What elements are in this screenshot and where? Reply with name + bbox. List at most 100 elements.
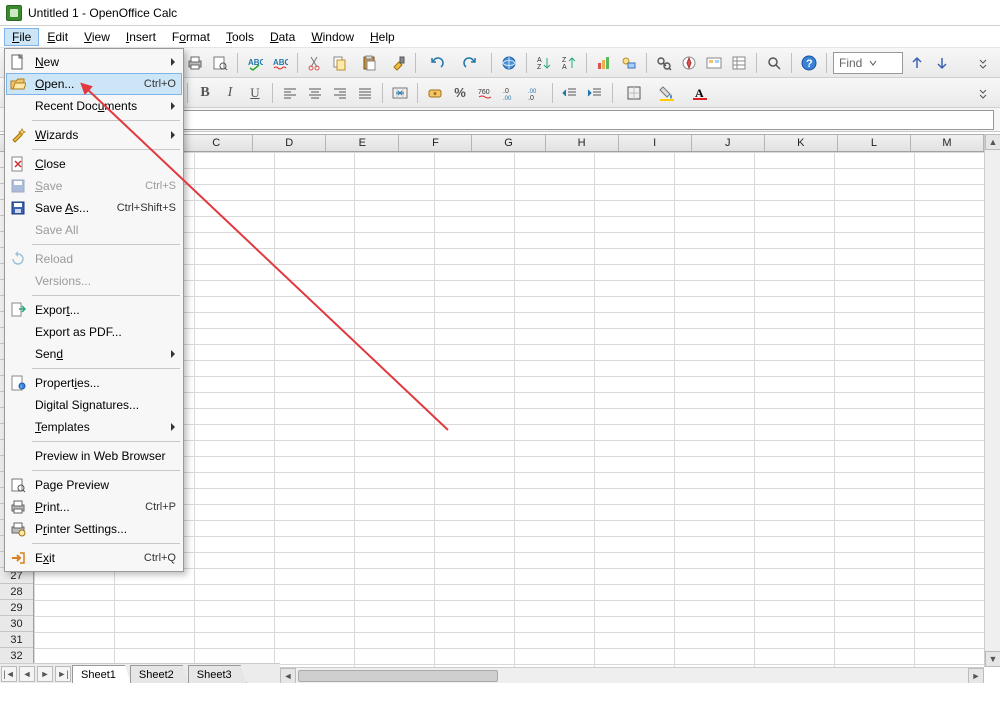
- paste-button[interactable]: [354, 52, 384, 74]
- autospell-button[interactable]: ABC: [269, 52, 291, 74]
- help-button[interactable]: ?: [798, 52, 820, 74]
- row-head[interactable]: 31: [0, 632, 33, 648]
- sheet-tab-1[interactable]: Sheet1: [72, 665, 131, 683]
- align-left-button[interactable]: [279, 82, 301, 104]
- menu-item-open[interactable]: Open... Ctrl+O: [6, 73, 182, 95]
- delete-decimal-button[interactable]: .00.0: [524, 82, 546, 104]
- fontcolor-button[interactable]: A: [685, 82, 715, 104]
- menu-item-new[interactable]: New: [6, 51, 182, 73]
- bgcolor-button[interactable]: [652, 82, 682, 104]
- row-head[interactable]: 32: [0, 648, 33, 664]
- hyperlink-button[interactable]: [498, 52, 520, 74]
- tab-prev-button[interactable]: ◄: [19, 666, 35, 682]
- tab-first-button[interactable]: |◄: [1, 666, 17, 682]
- standard-format-button[interactable]: 760: [474, 82, 496, 104]
- menu-tools[interactable]: Tools: [218, 28, 262, 46]
- navigator-button[interactable]: [678, 52, 700, 74]
- menu-file[interactable]: File: [4, 28, 39, 46]
- row-head[interactable]: 28: [0, 584, 33, 600]
- decrease-indent-button[interactable]: [559, 82, 581, 104]
- menu-item-preview-web[interactable]: Preview in Web Browser: [6, 445, 182, 467]
- menu-item-exit[interactable]: Exit Ctrl+Q: [6, 547, 182, 569]
- format-paintbrush-button[interactable]: [387, 52, 409, 74]
- menu-insert[interactable]: Insert: [118, 28, 164, 46]
- horizontal-scrollbar[interactable]: ◄ ►: [280, 667, 984, 683]
- toolbar-overflow-button[interactable]: [972, 52, 994, 74]
- scroll-left-button[interactable]: ◄: [280, 668, 296, 683]
- menu-data[interactable]: Data: [262, 28, 303, 46]
- align-center-button[interactable]: [304, 82, 326, 104]
- menu-item-properties[interactable]: i Properties...: [6, 372, 182, 394]
- col-head[interactable]: J: [692, 135, 765, 151]
- menu-item-saveas[interactable]: Save As... Ctrl+Shift+S: [6, 197, 182, 219]
- col-head[interactable]: E: [326, 135, 399, 151]
- spellcheck-button[interactable]: ABC: [244, 52, 266, 74]
- scroll-right-button[interactable]: ►: [968, 668, 984, 683]
- row-head[interactable]: 30: [0, 616, 33, 632]
- find-toolbar[interactable]: Find: [833, 52, 903, 74]
- row-head[interactable]: 29: [0, 600, 33, 616]
- menu-item-reload[interactable]: Reload: [6, 248, 182, 270]
- col-head[interactable]: G: [472, 135, 545, 151]
- increase-indent-button[interactable]: [584, 82, 606, 104]
- menu-item-close[interactable]: Close: [6, 153, 182, 175]
- toolbar-overflow-button[interactable]: [972, 82, 994, 104]
- scroll-down-button[interactable]: ▼: [985, 651, 1000, 667]
- menu-format[interactable]: Format: [164, 28, 218, 46]
- tab-next-button[interactable]: ►: [37, 666, 53, 682]
- borders-button[interactable]: [619, 82, 649, 104]
- bold-button[interactable]: B: [194, 82, 216, 104]
- cut-button[interactable]: [304, 52, 326, 74]
- merge-cells-button[interactable]: [389, 82, 411, 104]
- zoom-button[interactable]: [763, 52, 785, 74]
- percent-button[interactable]: %: [449, 82, 471, 104]
- menu-item-page-preview[interactable]: Page Preview: [6, 474, 182, 496]
- menu-item-versions[interactable]: Versions...: [6, 270, 182, 292]
- menu-item-recent[interactable]: Recent Documents: [6, 95, 182, 117]
- menu-item-saveall[interactable]: Save All: [6, 219, 182, 241]
- col-head[interactable]: K: [765, 135, 838, 151]
- find-replace-button[interactable]: [653, 52, 675, 74]
- col-head[interactable]: C: [180, 135, 253, 151]
- menu-item-save[interactable]: Save Ctrl+S: [6, 175, 182, 197]
- add-decimal-button[interactable]: .0.00: [499, 82, 521, 104]
- vertical-scrollbar[interactable]: ▲ ▼: [984, 134, 1000, 667]
- menu-item-templates[interactable]: Templates: [6, 416, 182, 438]
- tab-last-button[interactable]: ►|: [55, 666, 71, 682]
- col-head[interactable]: D: [253, 135, 326, 151]
- datasources-button[interactable]: [728, 52, 750, 74]
- show-draw-button[interactable]: [618, 52, 640, 74]
- menu-item-printer-settings[interactable]: Printer Settings...: [6, 518, 182, 540]
- chart-button[interactable]: [593, 52, 615, 74]
- find-prev-button[interactable]: [906, 52, 928, 74]
- print-button[interactable]: [184, 52, 206, 74]
- justify-button[interactable]: [354, 82, 376, 104]
- menu-edit[interactable]: Edit: [39, 28, 76, 46]
- menu-item-digsig[interactable]: Digital Signatures...: [6, 394, 182, 416]
- menu-view[interactable]: View: [76, 28, 118, 46]
- col-head[interactable]: M: [911, 135, 984, 151]
- col-head[interactable]: I: [619, 135, 692, 151]
- menu-window[interactable]: Window: [303, 28, 362, 46]
- col-head[interactable]: L: [838, 135, 911, 151]
- scroll-thumb[interactable]: [298, 670, 498, 682]
- sheet-tab-2[interactable]: Sheet2: [130, 665, 189, 683]
- currency-button[interactable]: [424, 82, 446, 104]
- col-head[interactable]: H: [546, 135, 619, 151]
- col-head[interactable]: F: [399, 135, 472, 151]
- copy-button[interactable]: [329, 52, 351, 74]
- menu-item-wizards[interactable]: Wizards: [6, 124, 182, 146]
- italic-button[interactable]: I: [219, 82, 241, 104]
- underline-button[interactable]: U: [244, 82, 266, 104]
- formula-input[interactable]: [142, 110, 994, 130]
- menu-help[interactable]: Help: [362, 28, 403, 46]
- menu-item-export[interactable]: Export...: [6, 299, 182, 321]
- sheet-tab-3[interactable]: Sheet3: [188, 665, 247, 683]
- undo-button[interactable]: [422, 52, 452, 74]
- sort-desc-button[interactable]: ZA: [558, 52, 580, 74]
- sort-asc-button[interactable]: AZ: [533, 52, 555, 74]
- menu-item-send[interactable]: Send: [6, 343, 182, 365]
- page-preview-button[interactable]: [209, 52, 231, 74]
- find-next-button[interactable]: [931, 52, 953, 74]
- scroll-up-button[interactable]: ▲: [985, 134, 1000, 150]
